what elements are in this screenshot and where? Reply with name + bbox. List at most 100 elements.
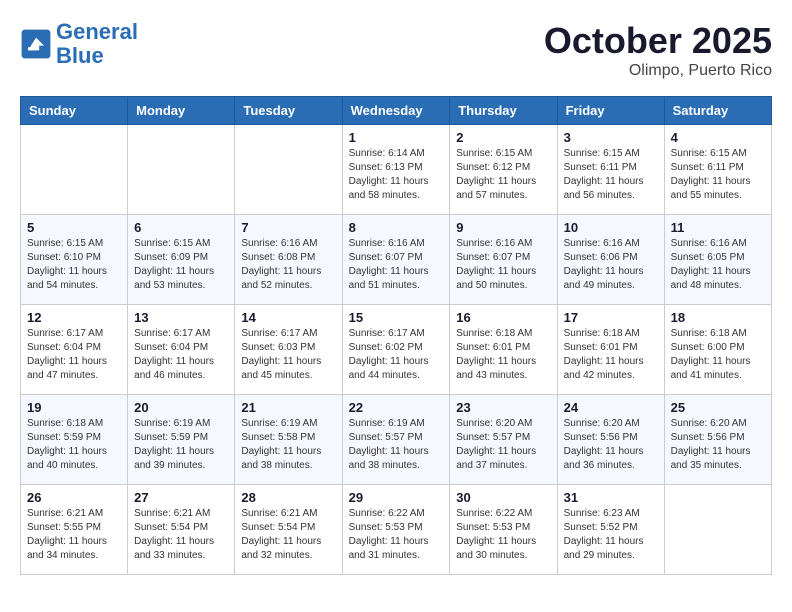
day-number: 10 [564, 220, 658, 235]
weekday-thursday: Thursday [450, 97, 557, 125]
day-info: Sunrise: 6:19 AM Sunset: 5:59 PM Dayligh… [134, 417, 228, 473]
day-number: 19 [27, 400, 121, 415]
calendar-cell: 3 Sunrise: 6:15 AM Sunset: 6:11 PM Daylig… [557, 125, 664, 215]
logo-icon [20, 28, 52, 60]
day-info: Sunrise: 6:16 AM Sunset: 6:08 PM Dayligh… [241, 237, 335, 293]
day-number: 27 [134, 490, 228, 505]
day-number: 23 [456, 400, 550, 415]
calendar-cell: 1 Sunrise: 6:14 AM Sunset: 6:13 PM Daylig… [342, 125, 450, 215]
weekday-wednesday: Wednesday [342, 97, 450, 125]
day-number: 3 [564, 130, 658, 145]
calendar-cell [235, 125, 342, 215]
day-info: Sunrise: 6:20 AM Sunset: 5:56 PM Dayligh… [564, 417, 658, 473]
calendar-cell: 5Sunrise: 6:15 AM Sunset: 6:10 PM Daylig… [21, 215, 128, 305]
calendar-cell [128, 125, 235, 215]
calendar-cell: 26Sunrise: 6:21 AM Sunset: 5:55 PM Dayli… [21, 485, 128, 575]
day-info: Sunrise: 6:17 AM Sunset: 6:03 PM Dayligh… [241, 327, 335, 383]
day-info: Sunrise: 6:18 AM Sunset: 6:00 PM Dayligh… [671, 327, 765, 383]
logo-text: GeneralBlue [56, 20, 138, 68]
calendar-cell: 10 Sunrise: 6:16 AM Sunset: 6:06 PM Dayli… [557, 215, 664, 305]
day-info: Sunrise: 6:18 AM Sunset: 6:01 PM Dayligh… [456, 327, 550, 383]
weekday-sunday: Sunday [21, 97, 128, 125]
week-row-5: 26Sunrise: 6:21 AM Sunset: 5:55 PM Dayli… [21, 485, 772, 575]
day-number: 14 [241, 310, 335, 325]
calendar-cell: 6 Sunrise: 6:15 AM Sunset: 6:09 PM Daylig… [128, 215, 235, 305]
day-info: Sunrise: 6:17 AM Sunset: 6:04 PM Dayligh… [134, 327, 228, 383]
weekday-header-row: SundayMondayTuesdayWednesdayThursdayFrid… [21, 97, 772, 125]
day-number: 13 [134, 310, 228, 325]
calendar-cell: 18 Sunrise: 6:18 AM Sunset: 6:00 PM Dayli… [664, 305, 771, 395]
day-info: Sunrise: 6:17 AM Sunset: 6:04 PM Dayligh… [27, 327, 121, 383]
title-block: October 2025 Olimpo, Puerto Rico [544, 20, 772, 80]
calendar-cell: 8 Sunrise: 6:16 AM Sunset: 6:07 PM Daylig… [342, 215, 450, 305]
calendar-cell: 21 Sunrise: 6:19 AM Sunset: 5:58 PM Dayli… [235, 395, 342, 485]
calendar-cell: 4Sunrise: 6:15 AM Sunset: 6:11 PM Daylig… [664, 125, 771, 215]
calendar-cell: 11Sunrise: 6:16 AM Sunset: 6:05 PM Dayli… [664, 215, 771, 305]
calendar-cell: 15 Sunrise: 6:17 AM Sunset: 6:02 PM Dayli… [342, 305, 450, 395]
weekday-friday: Friday [557, 97, 664, 125]
day-number: 8 [349, 220, 444, 235]
weekday-tuesday: Tuesday [235, 97, 342, 125]
day-info: Sunrise: 6:23 AM Sunset: 5:52 PM Dayligh… [564, 507, 658, 563]
day-info: Sunrise: 6:15 AM Sunset: 6:11 PM Dayligh… [564, 147, 658, 203]
week-row-3: 12 Sunrise: 6:17 AM Sunset: 6:04 PM Dayli… [21, 305, 772, 395]
day-info: Sunrise: 6:16 AM Sunset: 6:07 PM Dayligh… [456, 237, 550, 293]
day-number: 31 [564, 490, 658, 505]
day-info: Sunrise: 6:14 AM Sunset: 6:13 PM Dayligh… [349, 147, 444, 203]
day-number: 17 [564, 310, 658, 325]
day-number: 9 [456, 220, 550, 235]
week-row-2: 5Sunrise: 6:15 AM Sunset: 6:10 PM Daylig… [21, 215, 772, 305]
calendar-cell: 12 Sunrise: 6:17 AM Sunset: 6:04 PM Dayli… [21, 305, 128, 395]
week-row-4: 19 Sunrise: 6:18 AM Sunset: 5:59 PM Dayli… [21, 395, 772, 485]
calendar-cell: 9 Sunrise: 6:16 AM Sunset: 6:07 PM Daylig… [450, 215, 557, 305]
day-info: Sunrise: 6:18 AM Sunset: 6:01 PM Dayligh… [564, 327, 658, 383]
calendar-cell: 2Sunrise: 6:15 AM Sunset: 6:12 PM Daylig… [450, 125, 557, 215]
day-number: 6 [134, 220, 228, 235]
day-number: 29 [349, 490, 444, 505]
location: Olimpo, Puerto Rico [544, 62, 772, 80]
day-number: 11 [671, 220, 765, 235]
calendar-cell: 25Sunrise: 6:20 AM Sunset: 5:56 PM Dayli… [664, 395, 771, 485]
calendar-cell: 23 Sunrise: 6:20 AM Sunset: 5:57 PM Dayli… [450, 395, 557, 485]
day-number: 1 [349, 130, 444, 145]
calendar-cell: 20 Sunrise: 6:19 AM Sunset: 5:59 PM Dayli… [128, 395, 235, 485]
day-number: 26 [27, 490, 121, 505]
day-info: Sunrise: 6:16 AM Sunset: 6:07 PM Dayligh… [349, 237, 444, 293]
day-number: 2 [456, 130, 550, 145]
calendar-body: 1 Sunrise: 6:14 AM Sunset: 6:13 PM Daylig… [21, 125, 772, 575]
calendar-cell: 27Sunrise: 6:21 AM Sunset: 5:54 PM Dayli… [128, 485, 235, 575]
day-info: Sunrise: 6:19 AM Sunset: 5:58 PM Dayligh… [241, 417, 335, 473]
calendar-table: SundayMondayTuesdayWednesdayThursdayFrid… [20, 96, 772, 575]
calendar-cell: 14 Sunrise: 6:17 AM Sunset: 6:03 PM Dayli… [235, 305, 342, 395]
calendar-cell [21, 125, 128, 215]
day-info: Sunrise: 6:21 AM Sunset: 5:54 PM Dayligh… [241, 507, 335, 563]
day-number: 7 [241, 220, 335, 235]
day-info: Sunrise: 6:15 AM Sunset: 6:09 PM Dayligh… [134, 237, 228, 293]
day-info: Sunrise: 6:20 AM Sunset: 5:56 PM Dayligh… [671, 417, 765, 473]
calendar-cell: 19 Sunrise: 6:18 AM Sunset: 5:59 PM Dayli… [21, 395, 128, 485]
day-info: Sunrise: 6:19 AM Sunset: 5:57 PM Dayligh… [349, 417, 444, 473]
day-info: Sunrise: 6:16 AM Sunset: 6:06 PM Dayligh… [564, 237, 658, 293]
day-info: Sunrise: 6:22 AM Sunset: 5:53 PM Dayligh… [349, 507, 444, 563]
day-info: Sunrise: 6:18 AM Sunset: 5:59 PM Dayligh… [27, 417, 121, 473]
day-number: 15 [349, 310, 444, 325]
day-number: 16 [456, 310, 550, 325]
calendar-cell: 16 Sunrise: 6:18 AM Sunset: 6:01 PM Dayli… [450, 305, 557, 395]
calendar-cell: 24 Sunrise: 6:20 AM Sunset: 5:56 PM Dayli… [557, 395, 664, 485]
day-info: Sunrise: 6:20 AM Sunset: 5:57 PM Dayligh… [456, 417, 550, 473]
day-info: Sunrise: 6:22 AM Sunset: 5:53 PM Dayligh… [456, 507, 550, 563]
day-number: 12 [27, 310, 121, 325]
day-number: 20 [134, 400, 228, 415]
day-number: 18 [671, 310, 765, 325]
day-number: 21 [241, 400, 335, 415]
calendar-cell: 17 Sunrise: 6:18 AM Sunset: 6:01 PM Dayli… [557, 305, 664, 395]
day-number: 4 [671, 130, 765, 145]
calendar-cell: 28 Sunrise: 6:21 AM Sunset: 5:54 PM Dayli… [235, 485, 342, 575]
calendar-cell: 30Sunrise: 6:22 AM Sunset: 5:53 PM Dayli… [450, 485, 557, 575]
day-number: 5 [27, 220, 121, 235]
day-info: Sunrise: 6:17 AM Sunset: 6:02 PM Dayligh… [349, 327, 444, 383]
day-number: 28 [241, 490, 335, 505]
calendar-cell [664, 485, 771, 575]
calendar-cell: 29 Sunrise: 6:22 AM Sunset: 5:53 PM Dayli… [342, 485, 450, 575]
day-number: 24 [564, 400, 658, 415]
